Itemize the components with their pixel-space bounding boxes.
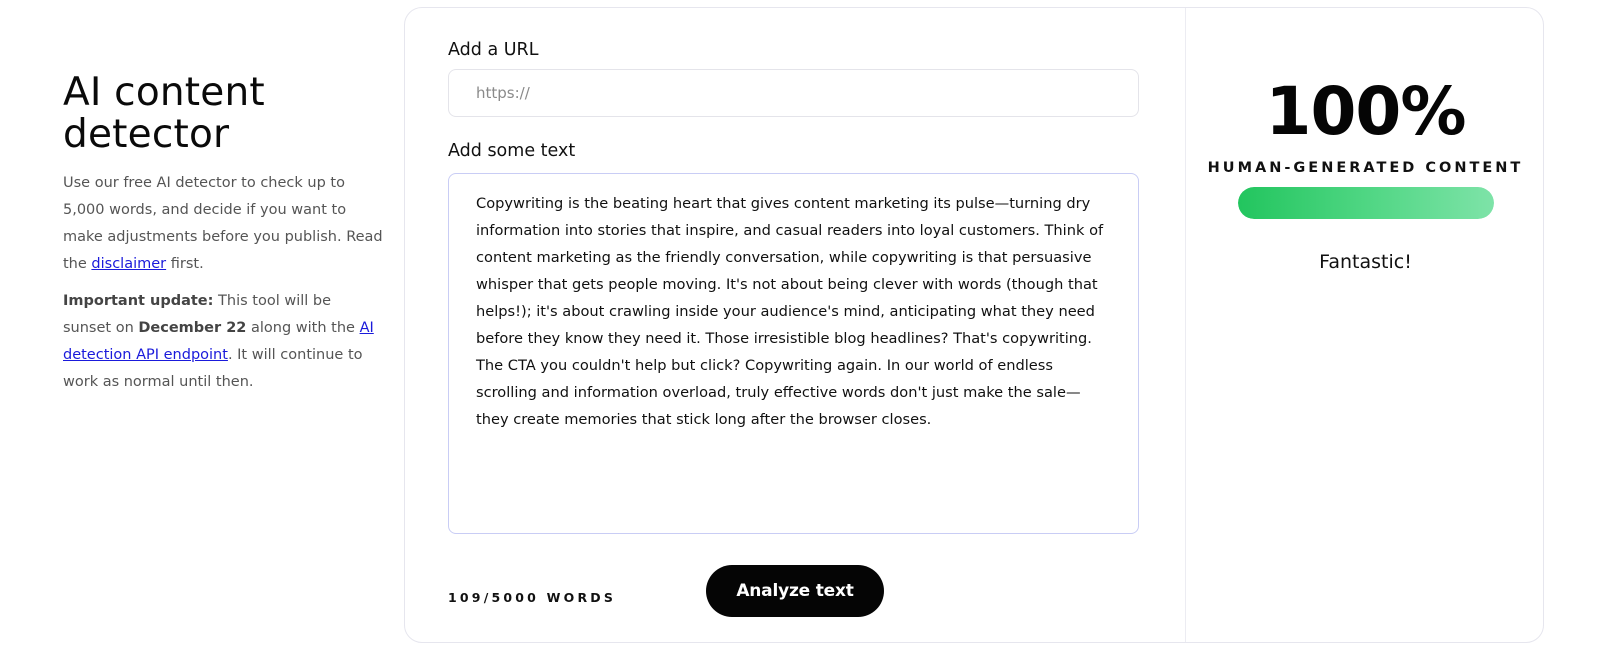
update-text: along with the	[246, 320, 360, 336]
result-label: HUMAN-GENERATED CONTENT	[1207, 160, 1524, 176]
important-update: Important update: This tool will be suns…	[63, 288, 383, 396]
result-meter-fill	[1238, 187, 1494, 219]
text-input[interactable]: Copywriting is the beating heart that gi…	[448, 173, 1139, 534]
desc-text-end: first.	[166, 256, 204, 272]
page-title: AI content detector	[63, 72, 383, 156]
update-date: December 22	[138, 320, 247, 336]
update-label: Important update:	[63, 293, 214, 309]
title-line-2: detector	[63, 112, 230, 157]
word-count-suffix: WORDS	[546, 590, 617, 605]
url-input[interactable]	[448, 69, 1139, 117]
intro-description: Use our free AI detector to check up to …	[63, 170, 383, 278]
page: AI content detector Use our free AI dete…	[0, 0, 1600, 649]
title-line-1: AI content	[63, 70, 265, 115]
analyze-text-button[interactable]: Analyze text	[706, 565, 884, 617]
result-meter	[1238, 187, 1494, 219]
result-verdict: Fantastic!	[1319, 251, 1412, 273]
result-percent: 100%	[1265, 73, 1467, 150]
result-panel: 100% HUMAN-GENERATED CONTENT Fantastic!	[1186, 8, 1545, 642]
url-label: Add a URL	[448, 40, 539, 60]
word-count: 109/5000 WORDS	[448, 590, 616, 605]
text-label: Add some text	[448, 141, 576, 161]
word-count-value: 109/5000	[448, 590, 540, 605]
disclaimer-link[interactable]: disclaimer	[91, 256, 166, 272]
intro-panel: AI content detector Use our free AI dete…	[63, 72, 383, 396]
detector-card: Add a URL Add some text Copywriting is t…	[404, 7, 1544, 643]
